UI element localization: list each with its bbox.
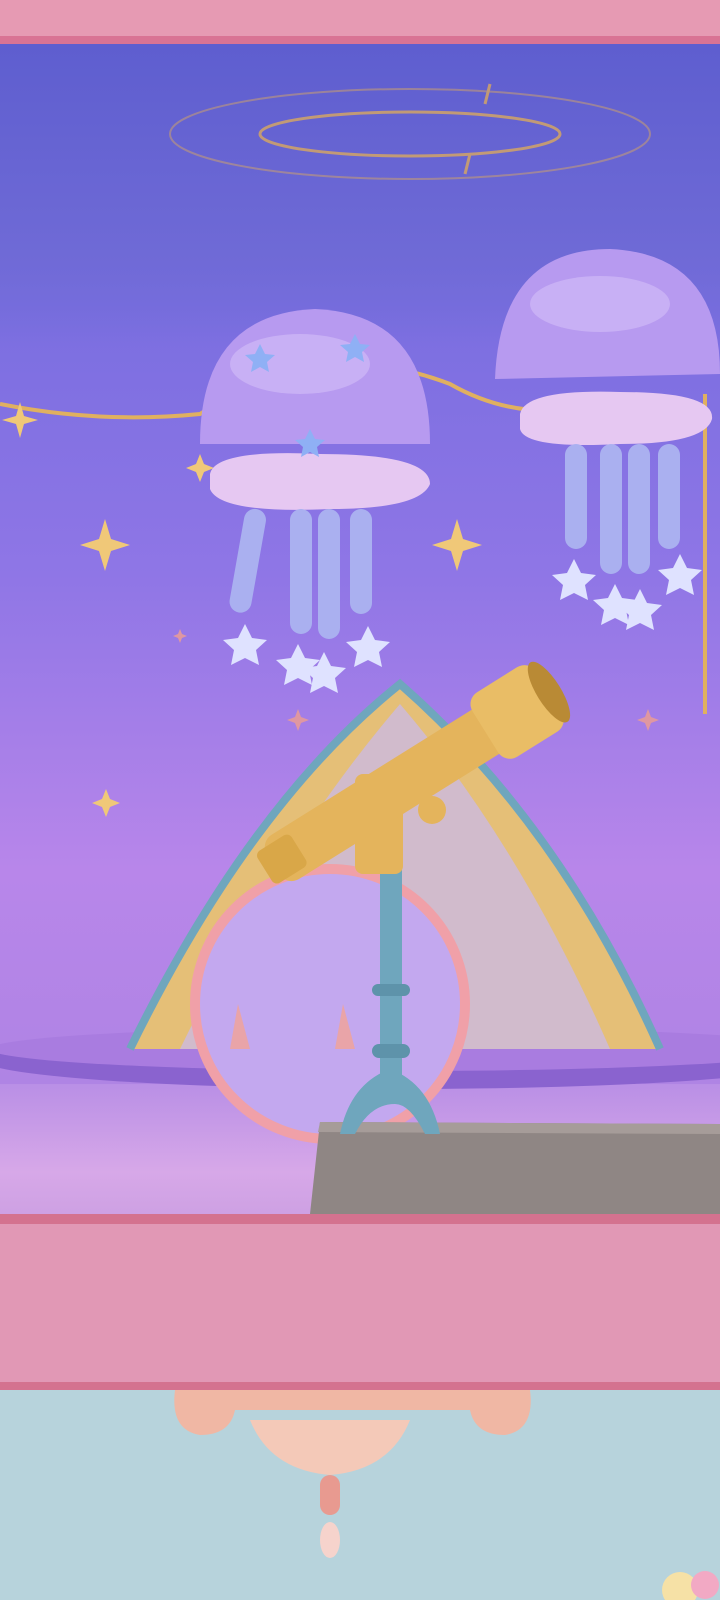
lower-room[interactable]: [0, 1390, 720, 1600]
chandelier[interactable]: [174, 1390, 531, 1558]
jellyfish-lamp-right[interactable]: [495, 249, 720, 630]
jellyfish-lamp-left[interactable]: [200, 309, 430, 693]
ceiling-sun-ornament: [169, 83, 651, 180]
middle-room-band: [0, 1214, 720, 1390]
observatory-room[interactable]: [0, 44, 720, 1224]
wooden-board: [310, 1122, 720, 1214]
star-icon: [223, 624, 390, 693]
star-icon: [552, 554, 702, 630]
flower-decoration: [662, 1571, 719, 1600]
top-room-band: [0, 0, 720, 44]
